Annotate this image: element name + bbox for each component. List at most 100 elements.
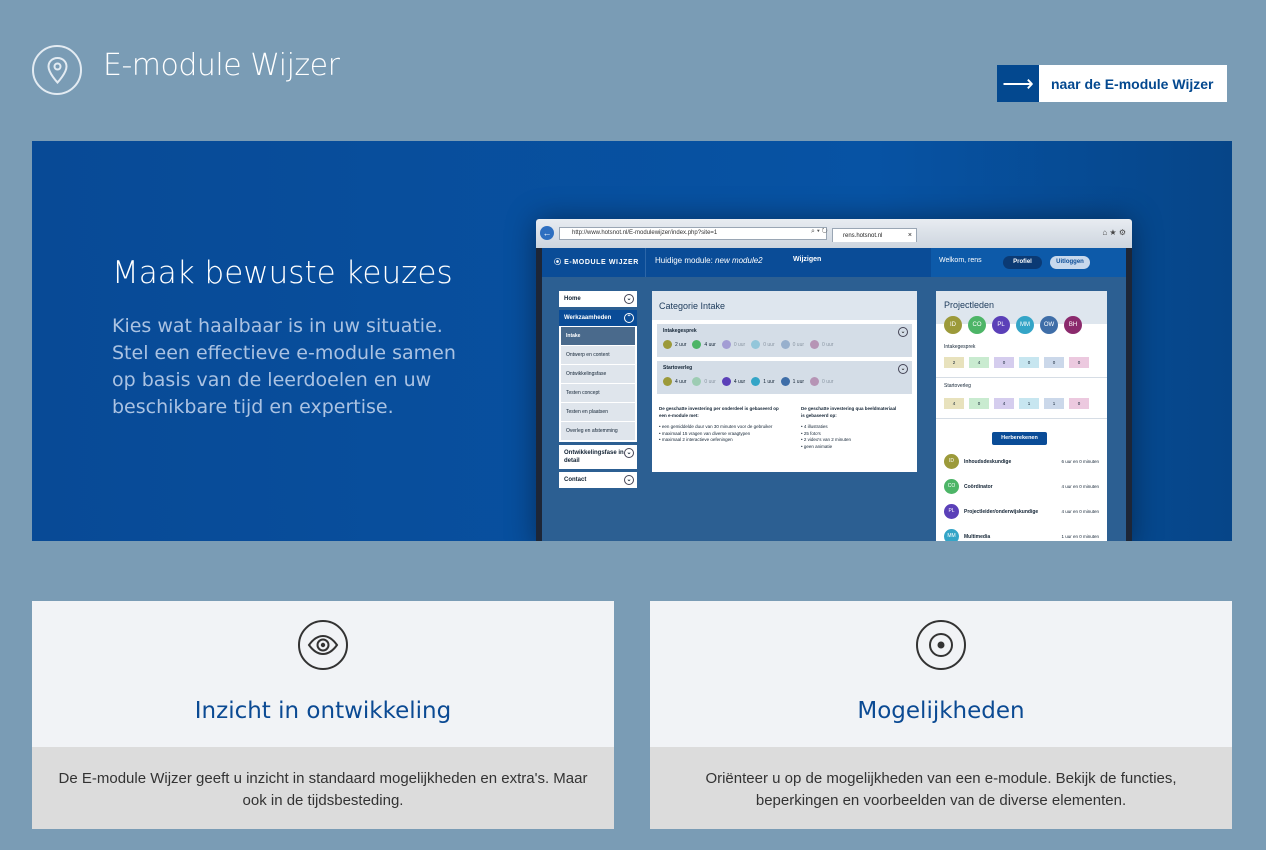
site-title: E-module Wijzer [103,48,340,83]
hero-text: Kies wat haalbaar is in uw situatie. Ste… [112,315,456,418]
start-label: Startoverleg [944,383,971,389]
welcome-text: Welkom, rens [939,257,982,264]
member-avatar: OW [1040,316,1058,334]
card-text: De E-module Wijzer geeft u inzicht in st… [32,747,614,829]
app-navbar: ⦿ E-MODULE WIJZER Huidige module: new mo… [542,248,1126,277]
member-dot [751,377,761,386]
time-dot: 4 uur [663,377,686,386]
hero-banner: Maak bewuste keuzes Kies wat haalbaar is… [32,141,1232,541]
member-dot [780,377,790,386]
project-panel: Projectleden ID CO PL MM OW BH Intakegesprek … [936,291,1107,541]
intake-values: 240000 [944,357,1089,368]
time-dot: 0 uur [692,377,716,386]
open-wijzer-button[interactable]: ⟶ naar de E-module Wijzer [997,65,1228,102]
member-name: Inhoudsdeskundige [964,458,1012,465]
address-bar: http://www.hotsnot.nl/E-modulewijzer/ind… [559,227,827,240]
time-dot: 0 uur [810,340,833,349]
sidebar-item-detail: Ontwikkelingsfase in detail ⌄ [559,445,637,469]
time-dot: 4 uur [721,377,746,386]
app-brand: ⦿ E-MODULE WIJZER [554,259,639,266]
notes-left-title: De geschatte investering per onderdeel i… [659,406,779,418]
open-wijzer-label: naar de E-module Wijzer [1051,75,1214,92]
browser-chrome: ← http://www.hotsnot.nl/E-modulewijzer/i… [536,219,1132,248]
section-title: Startoverleg [663,365,693,371]
time-value: 4 uur [704,341,716,348]
member-avatar: CO [944,479,959,494]
member-dot [810,340,820,349]
member-avatar: MM [1016,316,1034,334]
chevron-down-icon: ⌄ [624,448,634,458]
time-dot: 0 uur [780,340,804,349]
time-dot: 1 uur [751,377,775,386]
sidebar-item-werkzaamheden: Werkzaamheden ⌃ [559,310,637,326]
browser-tab-title: rens.hotsnot.nl [843,233,883,239]
time-value: 0 uur [822,378,834,385]
sidebar-item-label: Werkzaamheden [564,315,612,321]
member-avatars: ID CO PL MM OW BH [944,316,1082,334]
time-value: 0 uur [822,341,834,348]
arrow-right-icon: ⟶ [997,65,1039,102]
intake-label: Intakegesprek [944,344,976,350]
target-icon [916,620,966,670]
current-module-prefix: Huidige module: [655,256,716,265]
time-value: 0 uur [733,341,746,348]
member-dot [721,340,731,349]
hours-cell: 1 [1044,398,1064,409]
member-name: Multimedia [964,533,991,540]
start-values: 404110 [944,398,1089,409]
time-value: 1 uur [763,378,775,385]
member-summary: PL Projectleider/onderwijskundige 4 uur en… [944,504,1099,519]
time-value: 4 uur [675,378,687,385]
logo[interactable] [32,45,82,95]
card-title: Mogelijkheden [857,698,1025,724]
note-item: • maximaal 2 interactieve oefeningen [659,437,733,442]
member-avatar: ID [944,454,959,469]
member-name: Coördinator [964,483,993,490]
sidebar-item-label: Ontwikkelingsfase in detail [564,450,624,464]
time-dot: 1 uur [780,377,804,386]
browser-screenshot: ← http://www.hotsnot.nl/E-modulewijzer/i… [536,219,1132,541]
hours-cell: 1 [1019,398,1039,409]
eye-icon [298,620,348,670]
time-value: 2 uur [675,341,687,348]
chevron-down-icon: ⌄ [624,294,634,304]
hours-cell: 4 [994,398,1014,409]
hours-cell: 0 [994,357,1014,368]
time-value: 0 uur [704,378,716,385]
category-notes: De geschatte investering per onderdeel i… [659,406,914,450]
sidebar-subitem: Testen concept [561,384,635,402]
chevron-up-icon: ⌃ [624,313,634,323]
member-dot [721,377,731,386]
category-panel: Categorie Intake Intakegesprek ⌄ 2 uur 4 uu… [652,291,917,472]
sidebar-subitem: Ontwikkelingsfase [561,365,635,383]
current-module: Huidige module: new module2 [655,256,763,265]
member-summary: MM Multimedia 1 uur en 0 minuten [944,529,1099,541]
close-icon: × [907,232,912,239]
current-module-name: new module2 [715,256,763,265]
sidebar-item-label: Contact [564,477,587,483]
sidebar-subitem: Ontwerp en content [561,346,635,364]
sidebar-subitem: Overleg en afstemming [561,422,635,440]
recalculate-button: Herberekenen [992,432,1047,445]
member-summary: ID Inhoudsdeskundige 6 uur en 0 minuten [944,454,1099,469]
time-value: 4 uur [733,378,746,385]
member-dot [692,340,702,349]
section-title: Intakegesprek [663,328,697,334]
time-dots: 4 uur 0 uur 4 uur 1 uur 1 uur 0 uur [663,377,833,386]
logout-button: Uitloggen [1050,256,1090,269]
nav-divider [645,248,646,277]
hero-title: Maak bewuste keuzes [112,255,453,291]
divider [936,418,1107,419]
note-item: • geen animatie [801,443,833,449]
refresh-icon: ⌕ ▾ ↻ [811,228,828,235]
notes-right: De geschatte investering qua beeldmateri… [801,406,901,450]
category-section: Intakegesprek ⌄ 2 uur 4 uur 0 uur 0 uur 0 uur 0… [657,324,912,357]
sidebar-item-label: Home [564,296,581,302]
app-body: Home ⌄ Werkzaamheden ⌃ Intake Ontwerp en c… [542,277,1126,541]
hours-cell: 0 [1044,357,1064,368]
time-value: 0 uur [763,341,775,348]
member-name: Projectleider/onderwijskundige [964,508,1039,515]
time-dot: 0 uur [751,340,775,349]
notes-left: De geschatte investering per onderdeel i… [659,406,787,450]
chevron-down-icon: ⌄ [624,475,634,485]
